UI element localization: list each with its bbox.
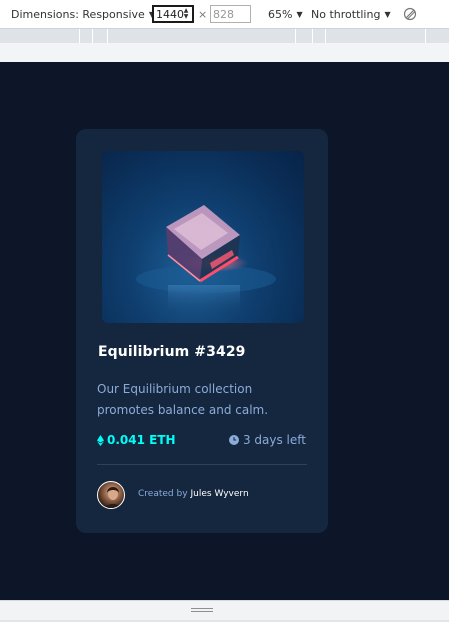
- cube-image-icon: [136, 205, 276, 319]
- nft-image[interactable]: [102, 151, 304, 323]
- avatar-image-icon: [104, 487, 122, 508]
- ruler-spacer: [0, 43, 449, 62]
- height-input[interactable]: 828: [210, 5, 251, 23]
- page-viewport: Equilibrium #3429 Our Equilibrium collec…: [0, 62, 449, 600]
- dimensions-label: Dimensions: Responsive: [11, 7, 145, 21]
- card-divider: [97, 464, 307, 465]
- chevron-down-icon: ▼: [296, 9, 303, 19]
- card-description: Our Equilibrium collection promotes bala…: [97, 382, 269, 417]
- times-separator: ×: [198, 7, 208, 21]
- rotate-button[interactable]: [403, 0, 417, 28]
- media-query-ruler[interactable]: [0, 28, 449, 44]
- card-title[interactable]: Equilibrium #3429: [98, 344, 308, 360]
- zoom-dropdown[interactable]: 65% ▼: [268, 0, 303, 28]
- spinner-icon[interactable]: ▲ ▼: [181, 7, 191, 21]
- throttling-dropdown[interactable]: No throttling ▼: [311, 0, 391, 28]
- nft-card: Equilibrium #3429 Our Equilibrium collec…: [76, 129, 328, 533]
- devtools-drawer-bar[interactable]: [0, 600, 449, 622]
- time-left-value: 3 days left: [242, 433, 306, 447]
- width-input[interactable]: 1440 ▲ ▼: [152, 5, 194, 23]
- zoom-label: 65%: [268, 7, 293, 21]
- dimensions-dropdown[interactable]: Dimensions: Responsive ▼: [11, 0, 155, 28]
- avatar: [97, 481, 125, 509]
- chevron-down-icon: ▼: [384, 9, 391, 19]
- height-placeholder: 828: [213, 7, 234, 21]
- rotate-icon: [403, 7, 417, 21]
- ethereum-icon: [97, 434, 104, 446]
- drag-handle-icon[interactable]: [191, 608, 213, 613]
- width-value: 1440: [156, 7, 184, 21]
- creator-prefix: Created by: [138, 489, 188, 499]
- time-left: 3 days left: [228, 433, 306, 447]
- creator-line: Created by Jules Wyvern: [138, 489, 249, 499]
- price-value: 0.041 ETH: [107, 433, 176, 447]
- throttling-label: No throttling: [311, 7, 381, 21]
- creator-name-link[interactable]: Jules Wyvern: [191, 489, 249, 499]
- device-toolbar: Dimensions: Responsive ▼ 1440 ▲▼ × 828 6…: [0, 0, 449, 28]
- price: 0.041 ETH: [97, 433, 176, 447]
- clock-icon: [228, 435, 239, 445]
